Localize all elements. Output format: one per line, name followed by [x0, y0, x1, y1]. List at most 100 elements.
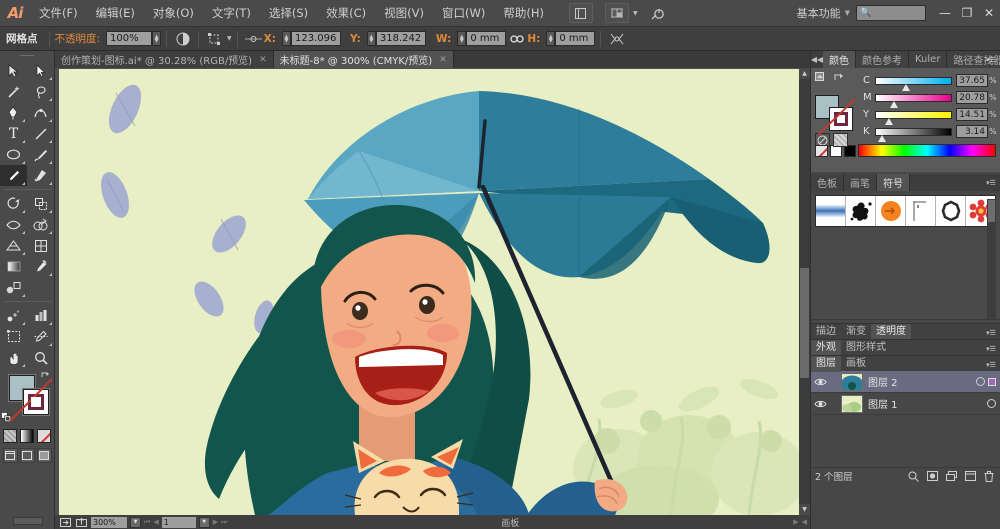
default-fill-stroke-icon[interactable] [1, 412, 12, 423]
transform-icon[interactable] [206, 30, 223, 47]
symbol-splatter[interactable] [846, 196, 876, 226]
selection-indicator-square[interactable] [988, 377, 996, 386]
opacity-label[interactable]: 不透明度: [55, 31, 101, 46]
menu-help[interactable]: 帮助(H) [494, 0, 553, 27]
appearance-graphicstyles-panel[interactable]: 外观 图形样式 ▾☰ [811, 339, 1000, 356]
search-field[interactable]: 🔍 [856, 5, 1000, 21]
symbol-gradient-bar[interactable] [816, 196, 846, 226]
swap-colors-icon[interactable] [833, 72, 845, 83]
color-swatch-icon[interactable] [3, 429, 17, 443]
color-fill-icon[interactable] [815, 72, 828, 83]
panel-menu-icon[interactable]: ▾☰ [985, 343, 997, 354]
spectrum-none-icon[interactable] [815, 144, 828, 157]
y-stepper[interactable]: ▲ ▼ [366, 31, 376, 46]
expand-panels-icon[interactable]: ◀◀ [811, 51, 823, 68]
link-dimensions-icon[interactable] [508, 30, 525, 47]
close-icon[interactable]: ✕ [439, 55, 447, 65]
menu-window[interactable]: 窗口(W) [433, 0, 494, 27]
nav-next-artboard-icon[interactable]: ▶ [213, 518, 218, 526]
power-tool-icon[interactable] [646, 3, 670, 23]
selection-tool[interactable] [0, 60, 27, 81]
zoom-tool[interactable] [27, 347, 54, 368]
table-row[interactable]: 图层 2 [811, 371, 1000, 393]
target-circle-icon[interactable] [976, 377, 985, 386]
symbol-sprayer-tool[interactable] [0, 305, 27, 326]
anchor-point-icon[interactable] [244, 30, 262, 47]
align-icon[interactable] [608, 30, 625, 47]
artboard-number-value[interactable]: 1 [161, 516, 196, 528]
paintbrush-tool[interactable] [27, 144, 54, 165]
column-graph-tool[interactable] [27, 305, 54, 326]
tab-stroke[interactable]: 描边 [811, 324, 841, 340]
lasso-tool[interactable] [27, 81, 54, 102]
ellipse-tool[interactable] [0, 144, 27, 165]
h-value[interactable]: 0 mm [555, 31, 596, 46]
tab-color-guide[interactable]: 颜色参考 [856, 51, 909, 68]
slider-track-c[interactable] [875, 76, 952, 91]
symbols-scroll-thumb[interactable] [988, 200, 995, 222]
x-stepper[interactable]: ▲ ▼ [281, 31, 291, 46]
layer-name[interactable]: 图层 1 [868, 396, 987, 411]
tab-swatches[interactable]: 色板 [811, 174, 844, 191]
symbols-empty-area[interactable] [815, 231, 996, 319]
type-tool[interactable]: T [0, 123, 27, 144]
gradient-icon[interactable] [20, 429, 34, 443]
transform-chevron-icon[interactable]: ▼ [227, 35, 232, 42]
tab-graphic-styles[interactable]: 图形样式 [841, 340, 891, 356]
workspace-label[interactable]: 基本功能 [793, 5, 845, 21]
mesh-tool[interactable] [27, 235, 54, 256]
tab-artboards[interactable]: 画板 [841, 356, 871, 372]
channel-value-c[interactable]: 37.65 [956, 74, 988, 87]
arrange-chevron-icon[interactable]: ▼ [633, 10, 638, 17]
channel-value-y[interactable]: 14.51 [956, 108, 988, 121]
artboard[interactable] [59, 69, 799, 515]
w-stepper[interactable]: ▲ ▼ [457, 31, 467, 46]
tab-color[interactable]: 颜色 [823, 51, 856, 68]
full-screen-menu-mode-icon[interactable] [19, 448, 35, 463]
symbol-corner-rule[interactable] [906, 196, 936, 226]
channel-value-m[interactable]: 20.78 [956, 91, 988, 104]
tab-symbols[interactable]: 符号 [877, 174, 910, 191]
artboard-dropdown-icon[interactable]: ▼ [198, 516, 210, 528]
tab-layers[interactable]: 图层 [811, 355, 841, 372]
tools-collapse-handle[interactable] [12, 517, 43, 525]
panel-menu-icon[interactable]: ▾☰ [985, 177, 997, 188]
x-value[interactable]: 123.096 [290, 31, 341, 46]
make-clipping-mask-icon[interactable] [925, 470, 939, 483]
layer-name[interactable]: 图层 2 [868, 374, 976, 389]
slice-tool[interactable] [27, 326, 54, 347]
workspace-chevron-icon[interactable]: ▼ [845, 9, 850, 17]
zoom-level-value[interactable]: 300% [91, 516, 127, 528]
opacity-value[interactable]: 100% [106, 31, 153, 46]
tab-brushes[interactable]: 画笔 [844, 174, 877, 191]
width-tool[interactable] [0, 214, 27, 235]
stroke-gradient-transparency-panel[interactable]: 描边 渐变 透明度 ▾☰ [811, 323, 1000, 340]
swap-fill-stroke-icon[interactable] [40, 371, 52, 383]
artboard-tool[interactable] [0, 326, 27, 347]
canvas-area[interactable]: ▲ ▼ [55, 68, 810, 515]
menu-view[interactable]: 视图(V) [375, 0, 433, 27]
menu-object[interactable]: 对象(O) [144, 0, 203, 27]
create-new-layer-icon[interactable] [963, 470, 977, 483]
channel-value-k[interactable]: 3.14 [956, 125, 988, 138]
slider-knob-c[interactable] [901, 83, 911, 92]
symbols-scrollbar[interactable] [987, 199, 996, 319]
eye-icon[interactable] [813, 399, 828, 409]
nav-first-artboard-icon[interactable]: ⏮ [144, 518, 150, 527]
table-row[interactable]: 图层 1 [811, 393, 1000, 415]
curvature-tool[interactable] [27, 102, 54, 123]
normal-screen-mode-icon[interactable] [2, 448, 18, 463]
magic-wand-tool[interactable] [0, 81, 27, 102]
bridge-icon[interactable] [568, 3, 593, 23]
menu-file[interactable]: 文件(F) [30, 0, 87, 27]
slider-track-m[interactable] [875, 93, 952, 108]
pen-tool[interactable] [0, 102, 27, 123]
create-new-sublayer-icon[interactable] [944, 470, 958, 483]
slider-knob-y[interactable] [885, 117, 894, 126]
scroll-down-icon[interactable]: ▼ [799, 504, 810, 515]
rotate-tool[interactable] [0, 193, 27, 214]
tools-panel-grip[interactable] [0, 51, 54, 60]
search-input[interactable] [871, 7, 1000, 19]
slider-knob-k[interactable] [878, 134, 887, 143]
symbol-orange-circle[interactable] [876, 196, 906, 226]
